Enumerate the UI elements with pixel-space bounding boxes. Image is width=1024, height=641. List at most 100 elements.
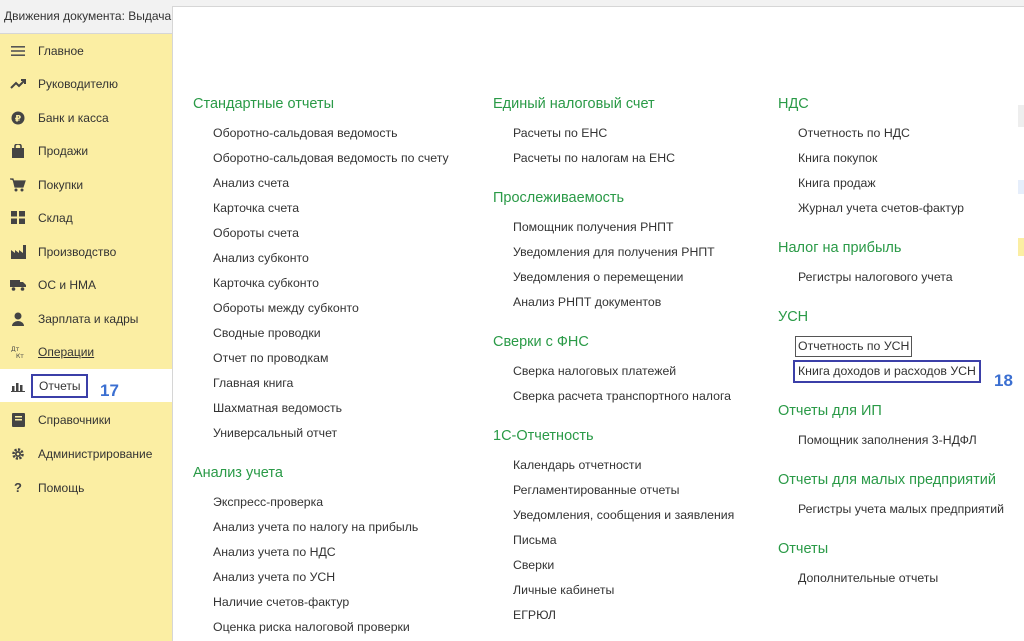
- report-link[interactable]: Уведомления о перемещении: [513, 265, 734, 290]
- section-usn: УСН Отчетность по УСН Книга доходов и ра…: [778, 305, 1004, 384]
- book-icon: [9, 411, 27, 429]
- report-link[interactable]: Книга продаж: [798, 171, 1004, 196]
- report-link[interactable]: Уведомления, сообщения и заявления: [513, 503, 734, 528]
- sidebar-item-label: Зарплата и кадры: [38, 311, 139, 326]
- report-link[interactable]: Обороты счета: [213, 221, 449, 246]
- report-link[interactable]: Уведомления для получения РНПТ: [513, 240, 734, 265]
- sidebar-item-label: Операции: [38, 344, 95, 359]
- sidebar-item-bank[interactable]: ₽ Банк и касса: [0, 101, 172, 134]
- reports-column-1: Стандартные отчеты Оборотно-сальдовая ве…: [193, 92, 449, 640]
- section-title: 1С-Отчетность: [493, 428, 594, 444]
- section-profit-tax: Налог на прибыль Регистры налогового уче…: [778, 236, 1004, 290]
- section-title: Сверки с ФНС: [493, 334, 589, 350]
- sidebar-item-label: Администрирование: [38, 446, 153, 461]
- report-link[interactable]: Сверка налоговых платежей: [513, 359, 734, 384]
- report-link[interactable]: Помощник заполнения 3-НДФЛ: [798, 428, 1004, 453]
- report-link[interactable]: Отчет по проводкам: [213, 346, 449, 371]
- section-vat: НДС Отчетность по НДС Книга покупок Книг…: [778, 92, 1004, 221]
- report-link-usn-income-book[interactable]: Книга доходов и расходов УСН: [793, 360, 981, 383]
- sidebar-item-warehouse[interactable]: Склад: [0, 201, 172, 234]
- report-link[interactable]: Сводные проводки: [213, 321, 449, 346]
- trend-icon: [9, 75, 27, 93]
- section-title: Прослеживаемость: [493, 190, 625, 206]
- report-link[interactable]: ЕГРЮЛ: [513, 603, 734, 628]
- section-standard-reports: Стандартные отчеты Оборотно-сальдовая ве…: [193, 92, 449, 446]
- step-badge-17: 17: [100, 381, 119, 400]
- report-link[interactable]: Оборотно-сальдовая ведомость по счету: [213, 146, 449, 171]
- report-link[interactable]: Журнал учета счетов-фактур: [798, 196, 1004, 221]
- sidebar-item-label: Справочники: [38, 412, 111, 427]
- sidebar-item-directories[interactable]: Справочники: [0, 403, 172, 436]
- sidebar-item-administration[interactable]: Администрирование: [0, 437, 172, 470]
- report-link[interactable]: Главная книга: [213, 371, 449, 396]
- report-link[interactable]: Наличие счетов-фактур: [213, 590, 449, 615]
- sidebar-item-label: Продажи: [38, 143, 89, 158]
- sidebar-item-operations[interactable]: Дт Кт Операции: [0, 335, 172, 368]
- sidebar-item-main[interactable]: Главное: [0, 34, 172, 67]
- sidebar-item-sales[interactable]: Продажи: [0, 134, 172, 167]
- report-link[interactable]: Регистры налогового учета: [798, 265, 1004, 290]
- report-link[interactable]: Календарь отчетности: [513, 453, 734, 478]
- section-title: Налог на прибыль: [778, 240, 902, 256]
- section-1c-reporting: 1С-Отчетность Календарь отчетности Регла…: [493, 424, 734, 628]
- report-link[interactable]: Расчеты по налогам на ЕНС: [513, 146, 734, 171]
- sidebar-item-label: Отчеты: [31, 373, 89, 398]
- section-small-business-reports: Отчеты для малых предприятий Регистры уч…: [778, 468, 1004, 522]
- report-link[interactable]: Анализ РНПТ документов: [513, 290, 734, 315]
- section-fns-reconciliation: Сверки с ФНС Сверка налоговых платежей С…: [493, 330, 734, 409]
- dt-kt-icon: Дт Кт: [9, 343, 27, 361]
- report-link[interactable]: Обороты между субконто: [213, 296, 449, 321]
- section-reports: Отчеты Дополнительные отчеты: [778, 537, 1004, 591]
- report-link[interactable]: Регистры учета малых предприятий: [798, 497, 1004, 522]
- sidebar-item-salary[interactable]: Зарплата и кадры: [0, 302, 172, 335]
- report-link[interactable]: Анализ субконто: [213, 246, 449, 271]
- truck-icon: [9, 276, 27, 294]
- menu-lines-icon: [9, 42, 27, 60]
- report-link[interactable]: Книга покупок: [798, 146, 1004, 171]
- person-icon: [9, 310, 27, 328]
- report-link[interactable]: Письма: [513, 528, 734, 553]
- section-title: Анализ учета: [193, 465, 283, 481]
- sidebar: Главное Руководителю ₽ Банк и касса Прод…: [0, 34, 172, 641]
- report-link[interactable]: Регламентированные отчеты: [513, 478, 734, 503]
- report-link[interactable]: Сверка расчета транспортного налога: [513, 384, 734, 409]
- report-link[interactable]: Дополнительные отчеты: [798, 566, 1004, 591]
- sidebar-item-label: Производство: [38, 244, 117, 259]
- report-link[interactable]: Анализ учета по НДС: [213, 540, 449, 565]
- report-link[interactable]: Оценка риска налоговой проверки: [213, 615, 449, 640]
- section-title: Отчеты для малых предприятий: [778, 472, 996, 488]
- warehouse-grid-icon: [9, 209, 27, 227]
- report-link-usn-reporting[interactable]: Отчетность по УСН: [795, 336, 913, 357]
- background-fragment: [1018, 180, 1024, 194]
- factory-icon: [9, 243, 27, 261]
- report-link[interactable]: Помощник получения РНПТ: [513, 215, 734, 240]
- report-link[interactable]: Анализ учета по УСН: [213, 565, 449, 590]
- report-link[interactable]: Личные кабинеты: [513, 578, 734, 603]
- sidebar-item-label: Руководителю: [38, 76, 119, 91]
- sidebar-item-label: Покупки: [38, 177, 84, 192]
- report-link[interactable]: Расчеты по ЕНС: [513, 121, 734, 146]
- report-link[interactable]: Сверки: [513, 553, 734, 578]
- section-title: УСН: [778, 309, 809, 325]
- bar-chart-icon: [9, 377, 27, 395]
- report-link[interactable]: Оборотно-сальдовая ведомость: [213, 121, 449, 146]
- report-link[interactable]: Универсальный отчет: [213, 421, 449, 446]
- report-link[interactable]: Шахматная ведомость: [213, 396, 449, 421]
- report-link[interactable]: Карточка субконто: [213, 271, 449, 296]
- section-single-tax-account: Единый налоговый счет Расчеты по ЕНС Рас…: [493, 92, 734, 171]
- report-link[interactable]: Экспресс-проверка: [213, 490, 449, 515]
- report-link[interactable]: Анализ учета по налогу на прибыль: [213, 515, 449, 540]
- sidebar-item-purchases[interactable]: Покупки: [0, 168, 172, 201]
- report-link[interactable]: Карточка счета: [213, 196, 449, 221]
- section-title: Стандартные отчеты: [193, 96, 335, 112]
- sidebar-item-manager[interactable]: Руководителю: [0, 67, 172, 100]
- report-link[interactable]: Анализ счета: [213, 171, 449, 196]
- sidebar-item-production[interactable]: Производство: [0, 235, 172, 268]
- sidebar-item-fixed-assets[interactable]: ОС и НМА: [0, 268, 172, 301]
- sidebar-item-reports[interactable]: Отчеты: [0, 369, 172, 402]
- sidebar-item-label: Склад: [38, 210, 73, 225]
- svg-text:₽: ₽: [15, 114, 21, 124]
- sidebar-item-help[interactable]: ? Помощь: [0, 471, 172, 504]
- report-link[interactable]: Отчетность по НДС: [798, 121, 1004, 146]
- coin-icon: ₽: [9, 109, 27, 127]
